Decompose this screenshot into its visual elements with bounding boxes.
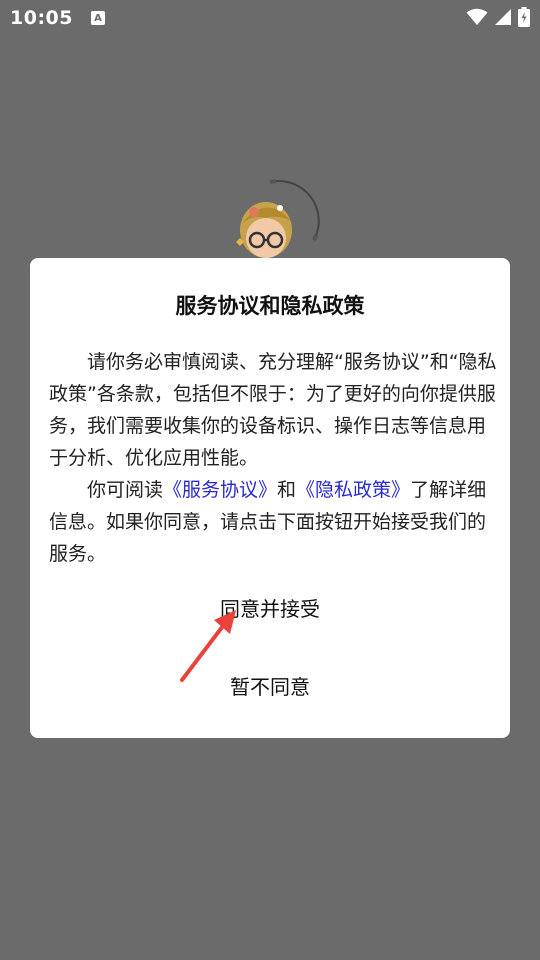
dialog-body: 请你务必审慎阅读、充分理解“服务协议”和“隐私政策”各条款，包括但不限于：为了更… [49, 346, 497, 570]
consent-paragraph: 请你务必审慎阅读、充分理解“服务协议”和“隐私政策”各条款，包括但不限于：为了更… [49, 351, 497, 469]
wifi-icon [466, 8, 488, 25]
links-paragraph-and: 和 [277, 479, 297, 501]
status-bar: 10:05 A [0, 0, 540, 36]
notification-icon: A [90, 11, 105, 25]
links-paragraph: 你可阅读《服务协议》和《隐私政策》了解详细信息。如果你同意，请点击下面按钮开始接… [49, 474, 497, 570]
status-time: 10:05 [10, 7, 73, 29]
privacy-policy-link[interactable]: 《隐私政策》 [296, 479, 410, 501]
annotation-arrow-icon [180, 610, 236, 682]
screen: 10:05 A 服务协议和隐私政策 请你务必审慎阅读、充分理解“服务协议”和“隐… [0, 0, 540, 960]
status-icons [466, 7, 530, 27]
links-paragraph-prefix: 你可阅读 [87, 479, 164, 501]
notification-icon-glyph: A [94, 12, 102, 24]
service-agreement-link[interactable]: 《服务协议》 [163, 479, 277, 501]
signal-icon [495, 9, 511, 25]
battery-icon [518, 7, 530, 27]
dialog-title: 服务协议和隐私政策 [175, 294, 365, 318]
agreement-dialog: 服务协议和隐私政策 请你务必审慎阅读、充分理解“服务协议”和“隐私政策”各条款，… [30, 258, 510, 738]
mascot-avatar-icon [236, 179, 321, 258]
